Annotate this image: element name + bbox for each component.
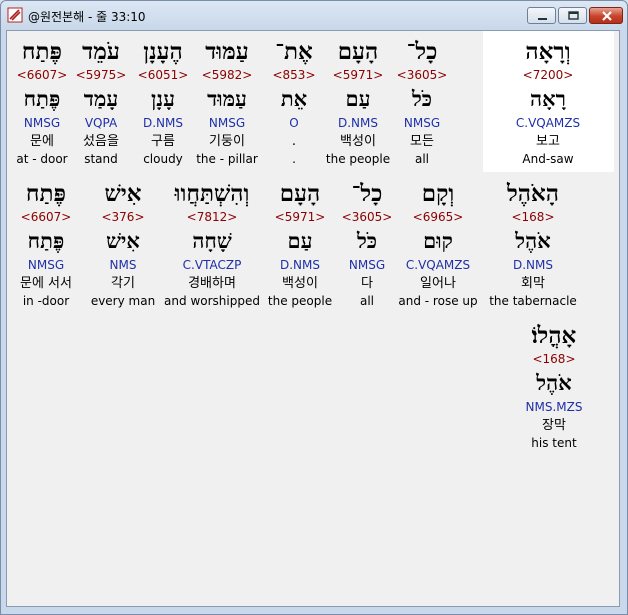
korean-gloss: 장막 [542, 418, 566, 433]
korean-gloss: 백성이 [282, 276, 318, 291]
app-icon [7, 7, 23, 23]
close-button[interactable] [589, 7, 623, 24]
minimize-button[interactable] [527, 7, 556, 24]
verse-panel[interactable]: וְרָאָה <7200> רָאָה C.VQAMZS 보고 And-saw כָל־ <… [6, 30, 620, 607]
word-cell[interactable]: פֶּתַח <6607> פֶּתַח NMSG 문에 at - door [7, 37, 92, 167]
hebrew-root: פֶּתַח [27, 228, 65, 253]
hebrew-word: הָעָם [279, 180, 321, 207]
english-gloss: at - door [16, 152, 68, 166]
korean-gloss: 보고 [536, 134, 560, 149]
word-cell[interactable]: וְרָאָה <7200> רָאָה C.VQAMZS 보고 And-saw [498, 37, 598, 167]
strong-number: <7200> [522, 68, 574, 82]
maximize-icon [568, 11, 579, 20]
hebrew-root: שָׁחָה [192, 228, 232, 253]
morphology-code: D.NMS [512, 258, 553, 272]
korean-gloss: 경배하며 [188, 276, 236, 291]
word-cell[interactable]: הָאֹהֶל <168> אֹהֶל D.NMS 회막 the tabernacle [483, 179, 583, 309]
strong-number: <6607> [20, 210, 72, 224]
english-gloss: and worshipped [164, 294, 260, 308]
word-cell[interactable]: הָעָם <5971> עַם D.NMS 백성이 the people [250, 179, 350, 309]
strong-number: <168> [511, 210, 555, 224]
strong-number: <7812> [186, 210, 238, 224]
english-gloss: the tabernacle [489, 294, 577, 308]
hebrew-root: עַם [287, 228, 313, 253]
title-bar[interactable]: @원전본해 - 줄 33:10 [1, 1, 627, 31]
minimize-icon [538, 18, 547, 20]
korean-gloss: 회막 [521, 276, 545, 291]
hebrew-root: פֶּתַח [23, 86, 61, 111]
morphology-code: NMSG [27, 258, 65, 272]
morphology-code: NMS.MZS [525, 400, 583, 414]
hebrew-word: וְהִשְׁתַּחֲווּ [174, 180, 250, 207]
hebrew-word: וְרָאָה [525, 38, 571, 65]
hebrew-word: הָאֹהֶל [507, 180, 559, 207]
hebrew-root: אֹהֶל [536, 370, 572, 395]
close-icon [602, 11, 612, 21]
hebrew-root: רָאָה [530, 86, 566, 111]
word-cell[interactable]: וְהִשְׁתַּחֲווּ <7812> שָׁחָה C.VTACZP 경배하며 a… [162, 179, 262, 309]
korean-gloss: 문에 [30, 134, 54, 149]
morphology-code: NMSG [23, 116, 61, 130]
english-gloss: the people [267, 294, 333, 308]
korean-gloss: 문에 서서 [20, 276, 72, 291]
hebrew-root: אֹהֶל [515, 228, 551, 253]
strong-number: <6607> [16, 68, 68, 82]
morphology-code: C.VQAMZS [515, 116, 581, 130]
morphology-code: C.VTACZP [182, 258, 242, 272]
word-cell[interactable]: אָהֳלוֹ׃ <168> אֹהֶל NMS.MZS 장막 his tent [504, 321, 604, 451]
app-window: @원전본해 - 줄 33:10 וְרָאָה <7200> רָאָה C.VQAM… [0, 0, 628, 615]
strong-number: <168> [532, 352, 576, 366]
window-title: @원전본해 - 줄 33:10 [28, 10, 146, 24]
hebrew-word: פֶּתַח [25, 180, 67, 207]
maximize-button[interactable] [558, 7, 587, 24]
word-cell[interactable]: פֶּתַח <6607> פֶּתַח NMSG 문에 서서 in -door [7, 179, 96, 309]
strong-number: <5971> [274, 210, 326, 224]
english-gloss: And-saw [522, 152, 574, 166]
morphology-code: D.NMS [279, 258, 320, 272]
hebrew-word: פֶּתַח [21, 38, 63, 65]
english-gloss: his tent [531, 436, 577, 450]
hebrew-word: אָהֳלוֹ׃ [531, 322, 577, 349]
english-gloss: in -door [22, 294, 70, 308]
